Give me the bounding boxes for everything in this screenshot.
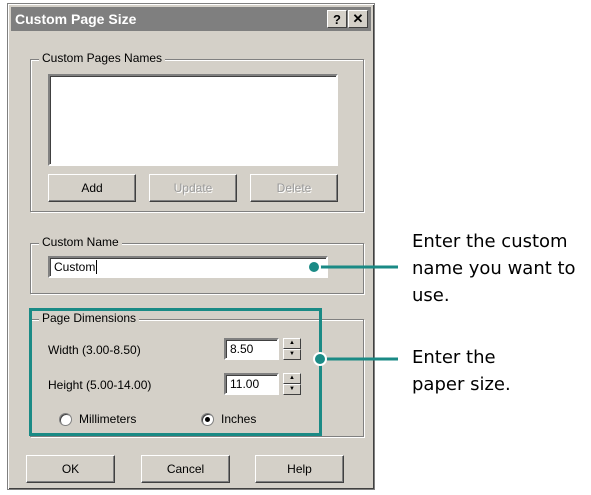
size-callout-line1: Enter the	[412, 347, 496, 368]
name-callout-line3: use.	[412, 285, 450, 306]
name-callout-line2: name you want to	[412, 258, 576, 279]
name-callout-line1: Enter the custom	[412, 231, 568, 252]
name-callout-dot	[307, 260, 321, 274]
name-callout-text: Enter the custom name you want to use.	[412, 228, 576, 309]
size-callout-line2: paper size.	[412, 374, 511, 395]
size-callout-text: Enter the paper size.	[412, 344, 511, 398]
size-callout-dot	[313, 352, 327, 366]
